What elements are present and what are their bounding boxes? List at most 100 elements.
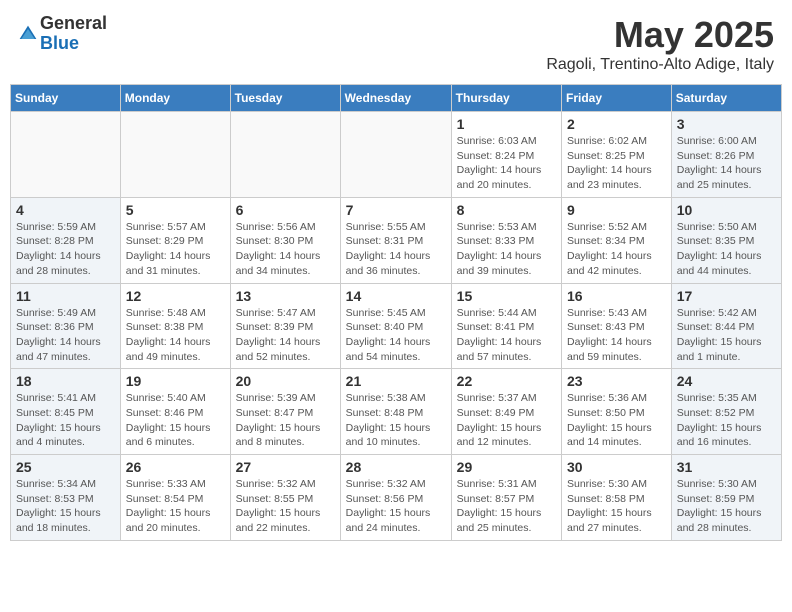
day-number: 9 bbox=[567, 202, 666, 218]
calendar-cell: 21Sunrise: 5:38 AM Sunset: 8:48 PM Dayli… bbox=[340, 369, 451, 455]
calendar-cell bbox=[120, 112, 230, 198]
day-detail: Sunrise: 5:57 AM Sunset: 8:29 PM Dayligh… bbox=[126, 220, 225, 279]
day-number: 20 bbox=[236, 373, 335, 389]
day-number: 25 bbox=[16, 459, 115, 475]
calendar-cell: 7 Sunrise: 5:55 AM Sunset: 8:31 PM Daylig… bbox=[340, 197, 451, 283]
calendar-cell: 12 Sunrise: 5:48 AM Sunset: 8:38 PM Dayli… bbox=[120, 283, 230, 369]
day-number: 28 bbox=[346, 459, 446, 475]
calendar-cell: 19 Sunrise: 5:40 AM Sunset: 8:46 PM Dayli… bbox=[120, 369, 230, 455]
day-detail: Sunrise: 5:31 AM Sunset: 8:57 PM Dayligh… bbox=[457, 477, 556, 536]
day-header-thursday: Thursday bbox=[451, 85, 561, 112]
calendar-cell: 18 Sunrise: 5:41 AM Sunset: 8:45 PM Dayli… bbox=[11, 369, 121, 455]
day-header-saturday: Saturday bbox=[671, 85, 781, 112]
day-detail: Sunrise: 5:30 AM Sunset: 8:58 PM Dayligh… bbox=[567, 477, 666, 536]
day-number: 27 bbox=[236, 459, 335, 475]
day-number: 29 bbox=[457, 459, 556, 475]
day-detail: Sunrise: 5:39 AM Sunset: 8:47 PM Dayligh… bbox=[236, 391, 335, 450]
day-number: 16 bbox=[567, 288, 666, 304]
day-number: 14 bbox=[346, 288, 446, 304]
day-header-tuesday: Tuesday bbox=[230, 85, 340, 112]
day-number: 18 bbox=[16, 373, 115, 389]
day-detail: Sunrise: 5:50 AM Sunset: 8:35 PM Dayligh… bbox=[677, 220, 776, 279]
day-number: 4 bbox=[16, 202, 115, 218]
calendar-week-row: 25 Sunrise: 5:34 AM Sunset: 8:53 PM Dayli… bbox=[11, 455, 782, 541]
logo-text: General Blue bbox=[40, 14, 107, 54]
calendar-cell: 11 Sunrise: 5:49 AM Sunset: 8:36 PM Dayli… bbox=[11, 283, 121, 369]
calendar-cell: 26Sunrise: 5:33 AM Sunset: 8:54 PM Dayli… bbox=[120, 455, 230, 541]
day-detail: Sunrise: 6:00 AM Sunset: 8:26 PM Dayligh… bbox=[677, 134, 776, 193]
title-area: May 2025 Ragoli, Trentino-Alto Adige, It… bbox=[546, 14, 774, 74]
day-detail: Sunrise: 5:32 AM Sunset: 8:55 PM Dayligh… bbox=[236, 477, 335, 536]
day-number: 11 bbox=[16, 288, 115, 304]
day-header-wednesday: Wednesday bbox=[340, 85, 451, 112]
day-detail: Sunrise: 5:49 AM Sunset: 8:36 PM Dayligh… bbox=[16, 306, 115, 365]
day-header-sunday: Sunday bbox=[11, 85, 121, 112]
day-number: 12 bbox=[126, 288, 225, 304]
day-detail: Sunrise: 5:45 AM Sunset: 8:40 PM Dayligh… bbox=[346, 306, 446, 365]
calendar-week-row: 11 Sunrise: 5:49 AM Sunset: 8:36 PM Dayli… bbox=[11, 283, 782, 369]
calendar-cell bbox=[340, 112, 451, 198]
calendar-cell: 25 Sunrise: 5:34 AM Sunset: 8:53 PM Dayli… bbox=[11, 455, 121, 541]
day-number: 30 bbox=[567, 459, 666, 475]
day-detail: Sunrise: 5:47 AM Sunset: 8:39 PM Dayligh… bbox=[236, 306, 335, 365]
calendar-cell: 29 Sunrise: 5:31 AM Sunset: 8:57 PM Dayli… bbox=[451, 455, 561, 541]
calendar-cell: 2 Sunrise: 6:02 AM Sunset: 8:25 PM Daylig… bbox=[562, 112, 672, 198]
day-number: 7 bbox=[346, 202, 446, 218]
calendar-cell: 14 Sunrise: 5:45 AM Sunset: 8:40 PM Dayli… bbox=[340, 283, 451, 369]
calendar-week-row: 18 Sunrise: 5:41 AM Sunset: 8:45 PM Dayli… bbox=[11, 369, 782, 455]
day-detail: Sunrise: 5:41 AM Sunset: 8:45 PM Dayligh… bbox=[16, 391, 115, 450]
day-number: 24 bbox=[677, 373, 776, 389]
page-header: General Blue May 2025 Ragoli, Trentino-A… bbox=[10, 10, 782, 78]
day-number: 3 bbox=[677, 116, 776, 132]
day-number: 2 bbox=[567, 116, 666, 132]
calendar-cell: 4Sunrise: 5:59 AM Sunset: 8:28 PM Daylig… bbox=[11, 197, 121, 283]
calendar-cell: 20 Sunrise: 5:39 AM Sunset: 8:47 PM Dayli… bbox=[230, 369, 340, 455]
location-title: Ragoli, Trentino-Alto Adige, Italy bbox=[546, 56, 774, 74]
day-header-monday: Monday bbox=[120, 85, 230, 112]
calendar-week-row: 1 Sunrise: 6:03 AM Sunset: 8:24 PM Daylig… bbox=[11, 112, 782, 198]
calendar-cell: 17 Sunrise: 5:42 AM Sunset: 8:44 PM Dayli… bbox=[671, 283, 781, 369]
calendar-cell: 1 Sunrise: 6:03 AM Sunset: 8:24 PM Daylig… bbox=[451, 112, 561, 198]
day-detail: Sunrise: 5:34 AM Sunset: 8:53 PM Dayligh… bbox=[16, 477, 115, 536]
calendar-cell: 23 Sunrise: 5:36 AM Sunset: 8:50 PM Dayli… bbox=[562, 369, 672, 455]
calendar-header-row: SundayMondayTuesdayWednesdayThursdayFrid… bbox=[11, 85, 782, 112]
calendar-cell: 6Sunrise: 5:56 AM Sunset: 8:30 PM Daylig… bbox=[230, 197, 340, 283]
day-detail: Sunrise: 5:40 AM Sunset: 8:46 PM Dayligh… bbox=[126, 391, 225, 450]
day-number: 8 bbox=[457, 202, 556, 218]
calendar-table: SundayMondayTuesdayWednesdayThursdayFrid… bbox=[10, 84, 782, 541]
day-number: 1 bbox=[457, 116, 556, 132]
day-detail: Sunrise: 5:37 AM Sunset: 8:49 PM Dayligh… bbox=[457, 391, 556, 450]
calendar-week-row: 4Sunrise: 5:59 AM Sunset: 8:28 PM Daylig… bbox=[11, 197, 782, 283]
day-number: 22 bbox=[457, 373, 556, 389]
calendar-cell bbox=[11, 112, 121, 198]
day-number: 5 bbox=[126, 202, 225, 218]
day-number: 31 bbox=[677, 459, 776, 475]
calendar-cell: 9Sunrise: 5:52 AM Sunset: 8:34 PM Daylig… bbox=[562, 197, 672, 283]
month-title: May 2025 bbox=[546, 14, 774, 56]
logo-general: General bbox=[40, 14, 107, 34]
day-number: 13 bbox=[236, 288, 335, 304]
logo-icon bbox=[18, 24, 38, 44]
day-detail: Sunrise: 5:32 AM Sunset: 8:56 PM Dayligh… bbox=[346, 477, 446, 536]
day-detail: Sunrise: 5:35 AM Sunset: 8:52 PM Dayligh… bbox=[677, 391, 776, 450]
day-detail: Sunrise: 5:36 AM Sunset: 8:50 PM Dayligh… bbox=[567, 391, 666, 450]
day-detail: Sunrise: 6:03 AM Sunset: 8:24 PM Dayligh… bbox=[457, 134, 556, 193]
day-detail: Sunrise: 5:33 AM Sunset: 8:54 PM Dayligh… bbox=[126, 477, 225, 536]
day-detail: Sunrise: 5:42 AM Sunset: 8:44 PM Dayligh… bbox=[677, 306, 776, 365]
logo: General Blue bbox=[18, 14, 107, 54]
day-detail: Sunrise: 5:55 AM Sunset: 8:31 PM Dayligh… bbox=[346, 220, 446, 279]
day-number: 15 bbox=[457, 288, 556, 304]
day-detail: Sunrise: 5:48 AM Sunset: 8:38 PM Dayligh… bbox=[126, 306, 225, 365]
calendar-cell: 16Sunrise: 5:43 AM Sunset: 8:43 PM Dayli… bbox=[562, 283, 672, 369]
day-number: 19 bbox=[126, 373, 225, 389]
day-number: 23 bbox=[567, 373, 666, 389]
day-number: 10 bbox=[677, 202, 776, 218]
calendar-cell: 13 Sunrise: 5:47 AM Sunset: 8:39 PM Dayli… bbox=[230, 283, 340, 369]
calendar-cell: 24 Sunrise: 5:35 AM Sunset: 8:52 PM Dayli… bbox=[671, 369, 781, 455]
day-detail: Sunrise: 5:44 AM Sunset: 8:41 PM Dayligh… bbox=[457, 306, 556, 365]
calendar-cell bbox=[230, 112, 340, 198]
day-detail: Sunrise: 6:02 AM Sunset: 8:25 PM Dayligh… bbox=[567, 134, 666, 193]
calendar-cell: 15 Sunrise: 5:44 AM Sunset: 8:41 PM Dayli… bbox=[451, 283, 561, 369]
calendar-cell: 8Sunrise: 5:53 AM Sunset: 8:33 PM Daylig… bbox=[451, 197, 561, 283]
day-number: 17 bbox=[677, 288, 776, 304]
